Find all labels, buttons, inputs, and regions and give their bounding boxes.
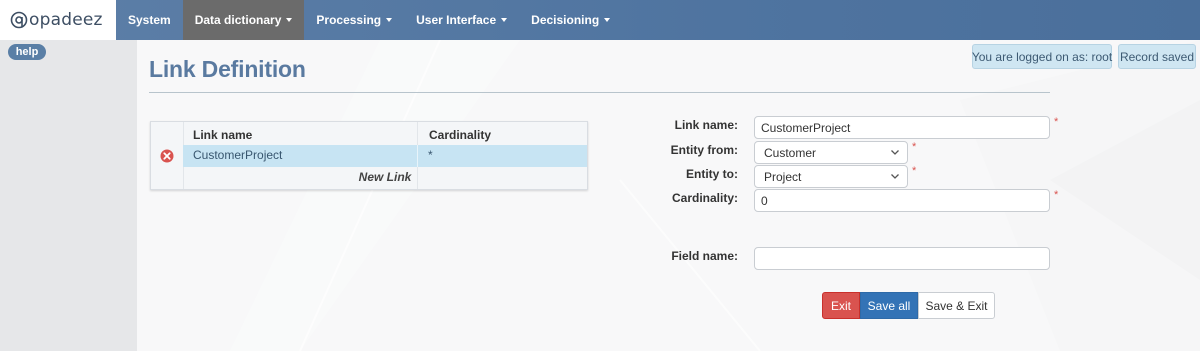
exit-button[interactable]: Exit	[822, 292, 860, 319]
link-name-cell[interactable]: CustomerProject	[193, 148, 282, 162]
required-marker: *	[912, 141, 917, 153]
field-name-input[interactable]	[754, 247, 1050, 270]
record-saved-badge: Record saved	[1118, 44, 1196, 69]
entity-from-value: Customer	[764, 145, 817, 160]
links-table: Link name Cardinality CustomerProject * …	[150, 121, 588, 190]
save-all-button[interactable]: Save all	[860, 292, 918, 319]
logo-mark-icon	[10, 11, 28, 29]
entity-to-label: Entity to:	[686, 167, 738, 181]
cardinality-label: Cardinality:	[671, 191, 738, 205]
menu-label: Decisioning	[531, 13, 600, 27]
menu-processing[interactable]: Processing	[304, 0, 404, 40]
chevron-down-icon	[891, 150, 899, 155]
caret-down-icon	[501, 18, 508, 22]
entity-from-select[interactable]: Customer	[754, 141, 908, 164]
entity-from-label: Entity from:	[670, 143, 738, 157]
cardinality-input[interactable]: 0	[754, 189, 1050, 212]
column-header-link-name: Link name	[193, 128, 253, 142]
menu-system[interactable]: System	[116, 0, 183, 40]
main-menu: System Data dictionary Processing User I…	[116, 0, 622, 40]
page-title: Link Definition	[149, 56, 306, 82]
cell-divider	[417, 145, 418, 167]
field-name-label: Field name:	[671, 249, 738, 263]
delete-icon[interactable]	[160, 149, 174, 163]
help-button[interactable]: help	[8, 44, 46, 60]
menu-user-interface[interactable]: User Interface	[404, 0, 519, 40]
caret-down-icon	[286, 18, 293, 22]
menu-label: Data dictionary	[194, 13, 282, 27]
menu-decisioning[interactable]: Decisioning	[519, 0, 622, 40]
chevron-down-icon	[891, 174, 899, 179]
link-name-label: Link name:	[674, 118, 738, 132]
menu-label: System	[128, 13, 171, 27]
save-and-exit-button[interactable]: Save & Exit	[918, 292, 995, 319]
caret-down-icon	[386, 18, 393, 22]
top-navbar: opadeez System Data dictionary Processin…	[0, 0, 1200, 40]
cardinality-cell: *	[428, 148, 433, 162]
entity-to-select[interactable]: Project	[754, 165, 908, 188]
caret-down-icon	[604, 18, 611, 22]
entity-to-value: Project	[764, 169, 802, 184]
column-header-cardinality: Cardinality	[429, 128, 492, 142]
menu-label: Processing	[316, 13, 382, 27]
link-name-input[interactable]: CustomerProject	[754, 116, 1050, 139]
required-marker: *	[1054, 189, 1059, 201]
required-marker: *	[1054, 116, 1059, 128]
required-marker: *	[912, 165, 917, 177]
title-divider	[149, 92, 1050, 93]
menu-label: User Interface	[416, 13, 497, 27]
new-link-button[interactable]: New Link	[183, 170, 587, 184]
menu-data-dictionary[interactable]: Data dictionary	[182, 0, 305, 40]
logo-text: opadeez	[29, 10, 103, 30]
logged-on-badge: You are logged on as: root	[972, 44, 1112, 69]
brand-logo[interactable]: opadeez	[0, 0, 116, 40]
